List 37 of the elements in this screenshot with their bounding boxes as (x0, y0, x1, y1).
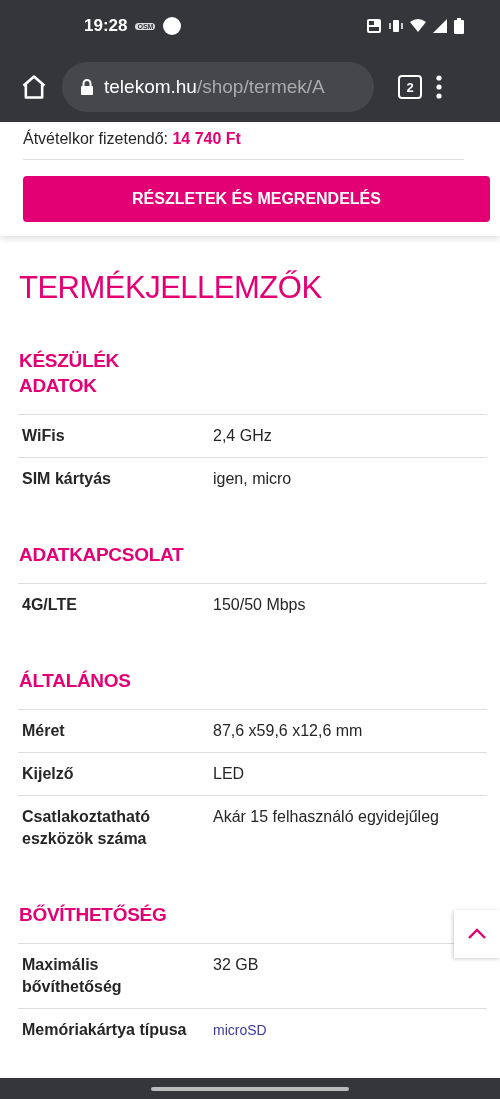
scroll-top-button[interactable] (454, 910, 500, 958)
clock: 19:28 (84, 16, 128, 36)
menu-icon[interactable] (436, 75, 442, 99)
spec-value: 150/50 Mbps (213, 595, 307, 615)
signal-icon (432, 18, 448, 34)
spec-value: Akár 15 felhasználó egyidejűleg (213, 807, 440, 827)
details-order-button[interactable]: RÉSZLETEK ÉS MEGRENDELÉS (23, 176, 490, 222)
spec-label: 4G/LTE (22, 595, 78, 615)
spec-label: SIM kártyás (22, 469, 112, 489)
section-heading: KÉSZÜLÉK ADATOK (19, 349, 120, 398)
lock-icon (80, 79, 94, 95)
spec-label: Kijelző (22, 764, 75, 784)
spec-value: 2,4 GHz (213, 426, 273, 446)
gesture-handle[interactable] (151, 1086, 349, 1091)
section-heading: BŐVÍTHETŐSÉG (19, 903, 168, 927)
spec-label: Méret (22, 721, 66, 741)
spec-value: igen, micro (213, 469, 293, 489)
tab-count-button[interactable]: 2 (398, 75, 422, 99)
section-heading: ÁLTALÁNOS (19, 669, 132, 693)
battery-icon (454, 18, 464, 34)
spec-value: 87,6 x59,6 x12,6 mm (213, 721, 364, 741)
spec-value: 32 GB (213, 955, 260, 975)
spec-label: Csatlakoztatható eszközök száma (22, 807, 152, 849)
chevron-up-icon (467, 928, 487, 940)
spec-value: LED (213, 764, 246, 784)
spec-label: Maximális bővíthetőség (22, 955, 123, 997)
volte-icon (366, 18, 382, 34)
page-title: TERMÉKJELLEMZŐK (19, 270, 323, 306)
address-field[interactable]: telekom.hu/shop/termek/A (62, 62, 374, 112)
spec-label: Memóriakártya típusa (22, 1020, 188, 1040)
spec-label: WiFis (22, 426, 66, 446)
payment-amount: Átvételkor fizetendő: 14 740 Ft (23, 126, 464, 160)
wifi-icon (410, 18, 426, 34)
notification-dot-icon (163, 17, 182, 35)
vibrate-icon (388, 18, 404, 34)
spec-link[interactable]: microSD (213, 1019, 487, 1041)
section-heading: ADATKAPCSOLAT (19, 543, 185, 567)
